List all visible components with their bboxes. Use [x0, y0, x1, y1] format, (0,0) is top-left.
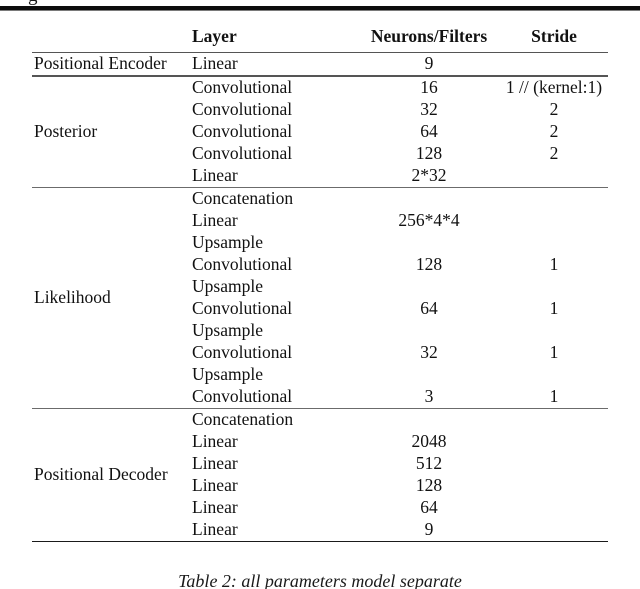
table-header-row: Layer Neurons/Filters Stride — [32, 26, 608, 52]
cell-layer: Upsample — [192, 231, 263, 252]
model-architecture-table-container: Layer Neurons/Filters Stride Positional … — [32, 26, 608, 542]
cell-stride — [500, 409, 608, 431]
cell-layer: Upsample — [192, 275, 263, 296]
table-row: Positional Encoder Linear 9 — [32, 53, 608, 76]
cell-neurons: 32 — [420, 98, 438, 119]
cell-neurons — [358, 276, 500, 298]
cell-layer: Convolutional — [192, 297, 293, 318]
table-row: Positional Decoder Concatenation — [32, 408, 608, 482]
cell-stride — [500, 453, 608, 475]
cell-layer: Convolutional — [192, 341, 293, 362]
table-row: Posterior Convolutional 16 1 // (kernel:1) — [32, 76, 608, 139]
table-body: Positional Encoder Linear 9 Posterior Convol… — [32, 51, 608, 542]
table-rule — [32, 540, 608, 542]
table-rule-line — [32, 540, 608, 542]
cell-layer: Linear — [192, 209, 238, 230]
cell-layer: Linear — [192, 164, 238, 185]
group-label-positional-decoder: Positional Decoder — [34, 463, 168, 484]
cell-neurons: 64 — [420, 496, 438, 517]
cell-stride — [500, 519, 608, 542]
cell-stride — [500, 210, 608, 232]
group-label-positional-encoder: Positional Encoder — [34, 52, 167, 73]
cell-stride — [500, 188, 608, 210]
cell-neurons — [358, 320, 500, 342]
cell-stride — [500, 276, 608, 298]
cell-neurons: 9 — [424, 518, 434, 539]
column-header-stride: Stride — [531, 26, 577, 46]
column-header-layer: Layer — [192, 26, 237, 46]
cell-stride: 2 — [549, 142, 559, 163]
column-header-group — [32, 28, 188, 52]
table-caption-container: Table 2: all parameters model separate — [0, 571, 640, 589]
cell-stride — [500, 431, 608, 453]
cell-neurons: 64 — [420, 120, 438, 141]
cell-neurons — [358, 232, 500, 254]
table-caption: Table 2: all parameters model separate — [178, 571, 462, 589]
cell-neurons: 32 — [420, 341, 438, 362]
cell-stride: 1 // (kernel:1) — [505, 76, 603, 97]
cell-layer: Convolutional — [192, 142, 293, 163]
cell-layer: Convolutional — [192, 385, 293, 406]
cell-layer: Concatenation — [192, 408, 294, 429]
cell-layer: Linear — [192, 52, 238, 73]
cell-layer: Linear — [192, 430, 238, 451]
model-architecture-table: Layer Neurons/Filters Stride Positional … — [32, 26, 608, 542]
cell-stride — [500, 232, 608, 254]
cell-neurons — [358, 364, 500, 386]
cell-layer: Convolutional — [192, 253, 293, 274]
column-header-neurons: Neurons/Filters — [370, 26, 488, 46]
cell-layer: Upsample — [192, 363, 263, 384]
cell-layer: Convolutional — [192, 76, 293, 97]
cell-stride: 1 — [549, 385, 559, 406]
cell-neurons: 3 — [424, 385, 434, 406]
cell-layer: Convolutional — [192, 98, 293, 119]
cell-layer: Concatenation — [192, 187, 294, 208]
cell-layer: Linear — [192, 518, 238, 539]
cell-stride — [500, 165, 608, 188]
cell-stride — [500, 475, 608, 497]
cell-stride — [500, 497, 608, 519]
cell-neurons: 64 — [420, 297, 438, 318]
cell-neurons: 2*32 — [411, 164, 447, 185]
cell-neurons — [358, 409, 500, 431]
cell-stride: 1 — [549, 297, 559, 318]
cell-neurons: 512 — [415, 452, 443, 473]
cell-neurons: 16 — [420, 76, 438, 97]
cell-stride: 1 — [549, 253, 559, 274]
group-label-likelihood: Likelihood — [34, 286, 111, 307]
cell-layer: Convolutional — [192, 120, 293, 141]
cell-neurons: 128 — [415, 474, 443, 495]
cell-neurons: 2048 — [411, 430, 447, 451]
table-header: Layer Neurons/Filters Stride — [32, 26, 608, 52]
cell-neurons: 9 — [424, 52, 434, 73]
cell-stride: 1 — [549, 341, 559, 362]
cell-layer: Linear — [192, 474, 238, 495]
cell-neurons: 256*4*4 — [398, 209, 460, 230]
cell-stride: 2 — [549, 120, 559, 141]
cell-layer: Linear — [192, 452, 238, 473]
cell-stride — [500, 53, 608, 76]
cell-neurons — [358, 188, 500, 210]
cell-stride — [500, 364, 608, 386]
cell-stride — [500, 320, 608, 342]
cell-neurons: 128 — [415, 253, 443, 274]
cell-stride: 2 — [549, 98, 559, 119]
group-label-posterior: Posterior — [34, 120, 98, 141]
page-top-rule — [0, 6, 640, 11]
cell-neurons: 128 — [415, 142, 443, 163]
cell-layer: Linear — [192, 496, 238, 517]
cell-layer: Upsample — [192, 319, 263, 340]
table-row: Likelihood Concatenation — [32, 187, 608, 305]
